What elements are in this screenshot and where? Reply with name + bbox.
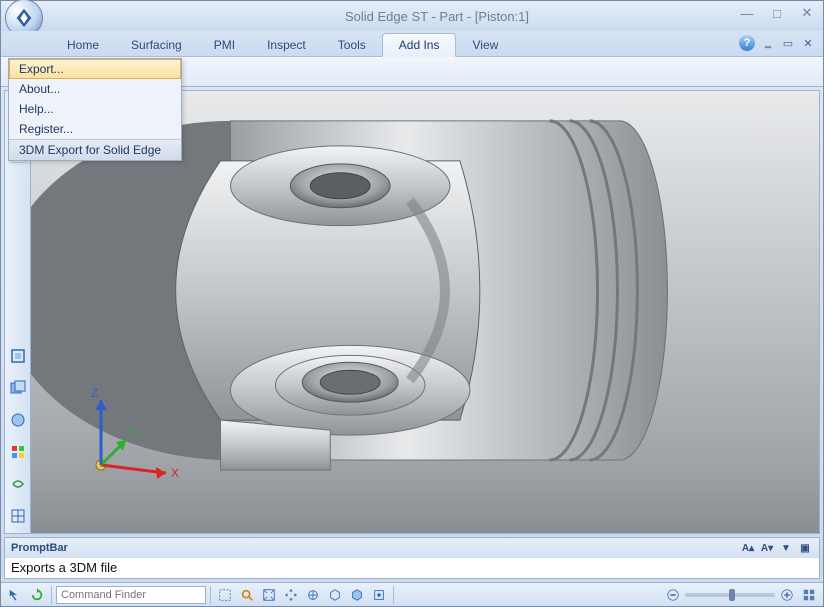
child-restore-button[interactable]: ▭ [781,36,795,50]
sb-pan-icon[interactable] [281,586,301,604]
sb-view-orient-icon[interactable] [325,586,345,604]
sb-rotate-icon[interactable] [303,586,323,604]
zoom-slider[interactable] [685,593,775,597]
help-icon[interactable]: ? [739,35,755,51]
sb-zoom-area-icon[interactable] [215,586,235,604]
rail-icon-4[interactable] [9,443,27,461]
sb-refresh-icon[interactable] [27,586,47,604]
promptbar-title: PromptBar [11,542,68,554]
tab-surfacing[interactable]: Surfacing [115,34,198,56]
menu-item-register[interactable]: Register... [9,119,181,139]
sb-zoom-icon[interactable] [237,586,257,604]
sb-fit-icon[interactable] [259,586,279,604]
command-finder-input[interactable] [56,586,206,604]
window-title: Solid Edge ST - Part - [Piston:1] [51,9,823,24]
tab-inspect[interactable]: Inspect [251,34,322,56]
sb-sketch-view-icon[interactable] [369,586,389,604]
tab-pmi[interactable]: PMI [198,34,251,56]
close-button[interactable]: ✕ [797,5,817,21]
menu-item-export[interactable]: Export... [9,59,181,79]
tab-addins[interactable]: Add Ins [382,33,457,57]
sb-zoom-in-icon[interactable] [777,586,797,604]
rail-icon-1[interactable] [9,347,27,365]
maximize-button[interactable]: □ [767,5,787,21]
promptbar-text: Exports a 3DM file [5,558,819,578]
child-close-button[interactable]: ✕ [801,36,815,50]
promptbar-font-decrease-icon[interactable]: A▾ [759,541,775,555]
minimize-button[interactable]: — [737,5,757,21]
axis-z-label: Z [91,386,98,400]
rail-icon-2[interactable] [9,379,27,397]
status-bar [1,582,823,606]
rail-icon-5[interactable] [9,475,27,493]
promptbar-font-increase-icon[interactable]: A▴ [740,541,756,555]
rail-icon-3[interactable] [9,411,27,429]
axis-x-label: X [171,466,179,480]
menu-item-help[interactable]: Help... [9,99,181,119]
tab-tools[interactable]: Tools [322,34,382,56]
promptbar-dropdown-icon[interactable]: ▼ [778,541,794,555]
sb-view-style-icon[interactable] [347,586,367,604]
tab-view[interactable]: View [456,34,514,56]
tab-home[interactable]: Home [51,34,115,56]
rail-icon-6[interactable] [9,507,27,525]
sb-views-menu-icon[interactable] [799,586,819,604]
axis-triad: X Y Z [71,385,181,495]
sb-arrow-icon[interactable] [5,586,25,604]
ribbon-tabs: Home Surfacing PMI Inspect Tools Add Ins… [1,31,823,57]
axis-y-label: Y [129,426,137,440]
menu-group-label: 3DM Export for Solid Edge [9,139,181,160]
menu-item-about[interactable]: About... [9,79,181,99]
promptbar-pin-icon[interactable]: ▣ [797,541,813,555]
addin-dropdown-menu: Export... About... Help... Register... 3… [8,58,182,161]
sb-zoom-out-icon[interactable] [663,586,683,604]
child-minimize-button[interactable]: ‗ [761,36,775,50]
